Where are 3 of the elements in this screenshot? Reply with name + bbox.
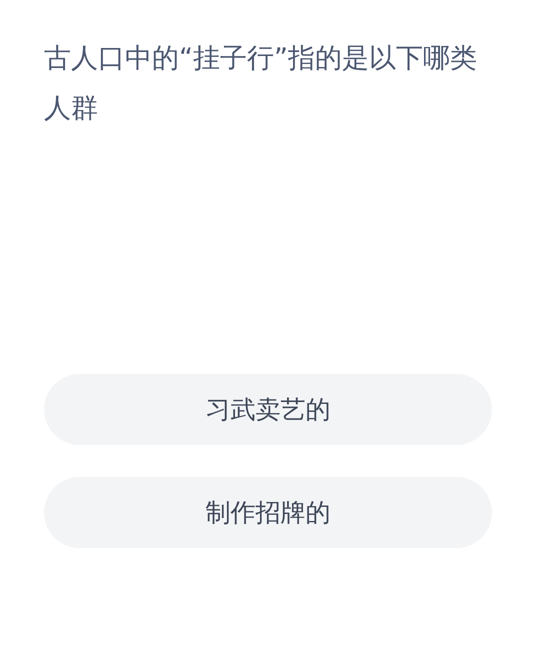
- question-text: 古人口中的“挂子行”指的是以下哪类人群: [44, 42, 478, 126]
- answer-option[interactable]: 习武卖艺的: [44, 374, 492, 445]
- answer-option[interactable]: 制作招牌的: [44, 477, 492, 548]
